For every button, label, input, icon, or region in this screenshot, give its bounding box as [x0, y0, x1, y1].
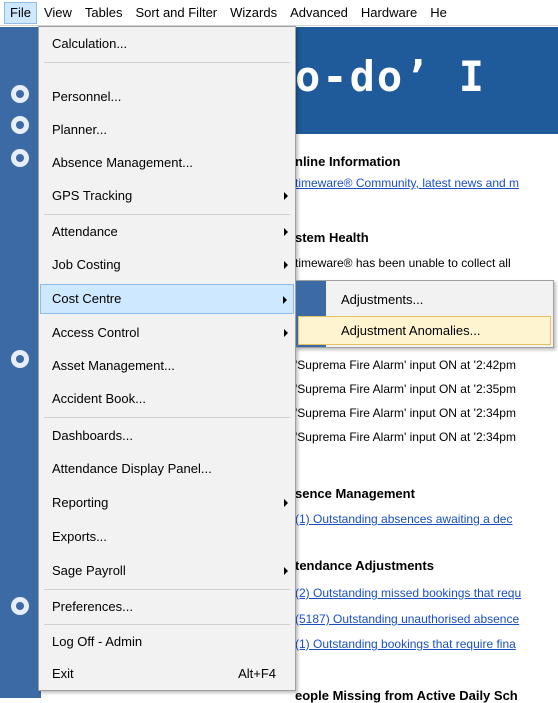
adjustments-link[interactable]: (5187) Outstanding unauthorised absence: [295, 612, 519, 626]
submenu-arrow-icon: [283, 296, 287, 304]
menu-bar: File View Tables Sort and Filter Wizards…: [0, 0, 558, 26]
submenu-arrow-icon: [284, 228, 288, 236]
alarm-line: 'Suprema Fire Alarm' input ON at '2:34pm: [295, 430, 516, 444]
alarm-line: 'Suprema Fire Alarm' input ON at '2:35pm: [295, 382, 516, 396]
submenu-item-adjustment-anomalies[interactable]: Adjustment Anomalies...: [298, 316, 551, 345]
menu-item-exit[interactable]: Exit Alt+F4: [40, 659, 294, 689]
absence-icon[interactable]: [11, 149, 29, 167]
menu-item-sage-payroll[interactable]: Sage Payroll: [40, 556, 294, 586]
absence-link[interactable]: (1) Outstanding absences awaiting a dec: [295, 512, 512, 526]
submenu-arrow-icon: [284, 329, 288, 337]
planner-icon[interactable]: [11, 116, 29, 134]
cost-centre-submenu: Adjustments... Adjustment Anomalies...: [295, 280, 554, 348]
menu-advanced[interactable]: Advanced: [284, 2, 354, 24]
menu-separator: [44, 214, 290, 215]
menu-separator: [44, 589, 290, 590]
submenu-arrow-icon: [284, 567, 288, 575]
menu-item-planner[interactable]: Planner...: [40, 115, 294, 145]
menu-separator: [44, 417, 290, 418]
submenu-arrow-icon: [284, 261, 288, 269]
menu-item-log-off[interactable]: Log Off - Admin: [40, 627, 294, 657]
submenu-item-adjustments[interactable]: Adjustments...: [298, 285, 551, 314]
preferences-gear-icon[interactable]: [11, 597, 29, 615]
attendance-adjustments-heading: tendance Adjustments: [295, 558, 434, 573]
submenu-arrow-icon: [284, 192, 288, 200]
menu-separator: [44, 62, 290, 63]
adjustments-link[interactable]: (2) Outstanding missed bookings that req…: [295, 586, 521, 600]
menu-sort-and-filter[interactable]: Sort and Filter: [129, 2, 223, 24]
menu-item-cost-centre[interactable]: Cost Centre: [40, 284, 294, 314]
menu-wizards[interactable]: Wizards: [224, 2, 283, 24]
menu-separator: [44, 624, 290, 625]
alarm-line: 'Suprema Fire Alarm' input ON at '2:34pm: [295, 406, 516, 420]
menu-file[interactable]: File: [4, 1, 37, 24]
online-info-heading: nline Information: [295, 154, 401, 169]
exit-shortcut: Alt+F4: [238, 666, 276, 681]
menu-item-dashboards[interactable]: Dashboards...: [40, 421, 294, 451]
menu-item-asset-management[interactable]: Asset Management...: [40, 351, 294, 381]
people-missing-heading: eople Missing from Active Daily Sch: [295, 688, 518, 703]
menu-item-reporting[interactable]: Reporting: [40, 488, 294, 518]
menu-item-access-control[interactable]: Access Control: [40, 318, 294, 348]
menu-item-gps-tracking[interactable]: GPS Tracking: [40, 181, 294, 211]
menu-help[interactable]: He: [424, 2, 453, 24]
banner-title: o-do’ I: [295, 52, 487, 101]
online-info-link[interactable]: timeware® Community, latest news and m: [295, 176, 519, 190]
menu-view[interactable]: View: [38, 2, 78, 24]
menu-item-personnel[interactable]: Personnel...: [40, 82, 294, 112]
menu-tables[interactable]: Tables: [79, 2, 129, 24]
alarm-line: 'Suprema Fire Alarm' input ON at '2:42pm: [295, 358, 516, 372]
file-menu-dropdown: Calculation... Personnel... Planner... A…: [38, 26, 296, 691]
adjustments-link[interactable]: (1) Outstanding bookings that require fi…: [295, 637, 516, 651]
left-icon-strip: [0, 27, 41, 698]
menu-item-absence-management[interactable]: Absence Management...: [40, 148, 294, 178]
system-health-text: timeware® has been unable to collect all: [295, 256, 511, 270]
menu-item-job-costing[interactable]: Job Costing: [40, 250, 294, 280]
menu-item-attendance-display-panel[interactable]: Attendance Display Panel...: [40, 454, 294, 484]
system-health-heading: stem Health: [295, 230, 369, 245]
personnel-icon[interactable]: [11, 85, 29, 103]
asset-icon[interactable]: [11, 350, 29, 368]
menu-item-exports[interactable]: Exports...: [40, 522, 294, 552]
menu-item-attendance[interactable]: Attendance: [40, 217, 294, 247]
menu-item-preferences[interactable]: Preferences...: [40, 592, 294, 622]
menu-hardware[interactable]: Hardware: [355, 2, 423, 24]
menu-item-calculation[interactable]: Calculation...: [40, 29, 294, 59]
absence-heading: sence Management: [295, 486, 415, 501]
menu-item-accident-book[interactable]: Accident Book...: [40, 384, 294, 414]
submenu-arrow-icon: [284, 499, 288, 507]
